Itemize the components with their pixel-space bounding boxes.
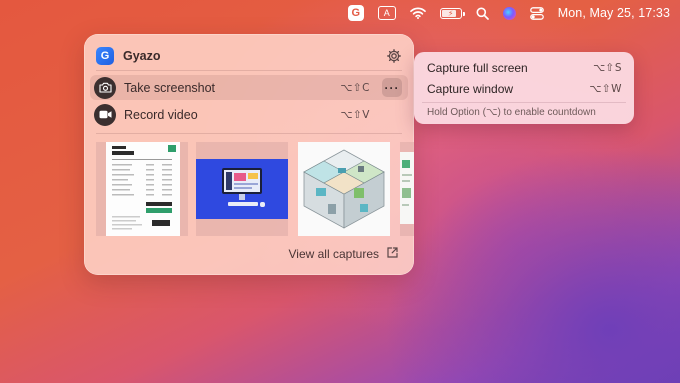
record-video-row[interactable]: Record video ⌥⇧V [90,102,408,127]
capture-options-menu: Capture full screen ⌥⇧S Capture window ⌥… [414,52,634,124]
capture-full-screen-label: Capture full screen [427,61,528,75]
control-center-icon[interactable] [529,6,544,20]
record-video-shortcut: ⌥⇧V [340,108,370,121]
camera-icon [94,76,116,99]
take-screenshot-shortcut: ⌥⇧C [340,81,370,94]
countdown-hint: Hold Option (⌥) to enable countdown [427,107,596,118]
gyazo-menubar-icon[interactable]: G [347,5,364,21]
submenu-divider [422,102,626,103]
input-source-icon[interactable]: A [377,6,396,20]
capture-window-label: Capture window [427,82,514,96]
take-screenshot-label: Take screenshot [124,80,216,95]
capture-thumbnail[interactable] [298,142,390,236]
capture-thumbnail[interactable] [400,142,414,236]
panel-header: G Gyazo [96,46,402,66]
view-all-captures-link[interactable]: View all captures [289,247,399,261]
app-name: Gyazo [123,49,161,63]
gyazo-logo-glyph: G [100,50,110,62]
take-screenshot-row[interactable]: Take screenshot ⌥⇧C ··· [90,75,408,100]
capture-thumbnail[interactable] [96,142,188,236]
wifi-icon[interactable] [409,7,426,19]
gyazo-panel: G Gyazo Take screenshot ⌥⇧C ··· Record v… [84,34,414,275]
video-icon [94,103,116,126]
battery-icon[interactable]: ⚡ [439,7,465,19]
menubar-clock[interactable]: Mon, May 25, 17:33 [558,6,670,20]
actions-divider [96,133,402,134]
capture-full-screen-shortcut: ⌥⇧S [592,62,622,74]
gear-icon[interactable] [386,48,402,64]
record-video-label: Record video [124,107,198,122]
siri-icon[interactable] [502,6,516,20]
gyazo-menubar-glyph: G [351,7,360,19]
more-options-glyph: ··· [384,80,400,95]
external-link-icon [387,247,398,261]
header-divider [96,70,402,71]
recent-captures [96,142,414,236]
input-source-glyph: A [383,8,390,18]
more-options-button[interactable]: ··· [382,78,402,97]
gyazo-logo-icon: G [96,47,114,65]
capture-full-screen-item[interactable]: Capture full screen ⌥⇧S [427,59,622,77]
search-icon[interactable] [476,7,489,20]
capture-window-shortcut: ⌥⇧W [589,83,622,95]
capture-window-item[interactable]: Capture window ⌥⇧W [427,80,622,98]
capture-thumbnail[interactable] [196,142,288,236]
menu-bar: G A ⚡ Mon, May 25, 17:33 [0,0,680,26]
battery-bolt: ⚡ [447,8,454,18]
view-all-captures-label: View all captures [288,247,380,261]
